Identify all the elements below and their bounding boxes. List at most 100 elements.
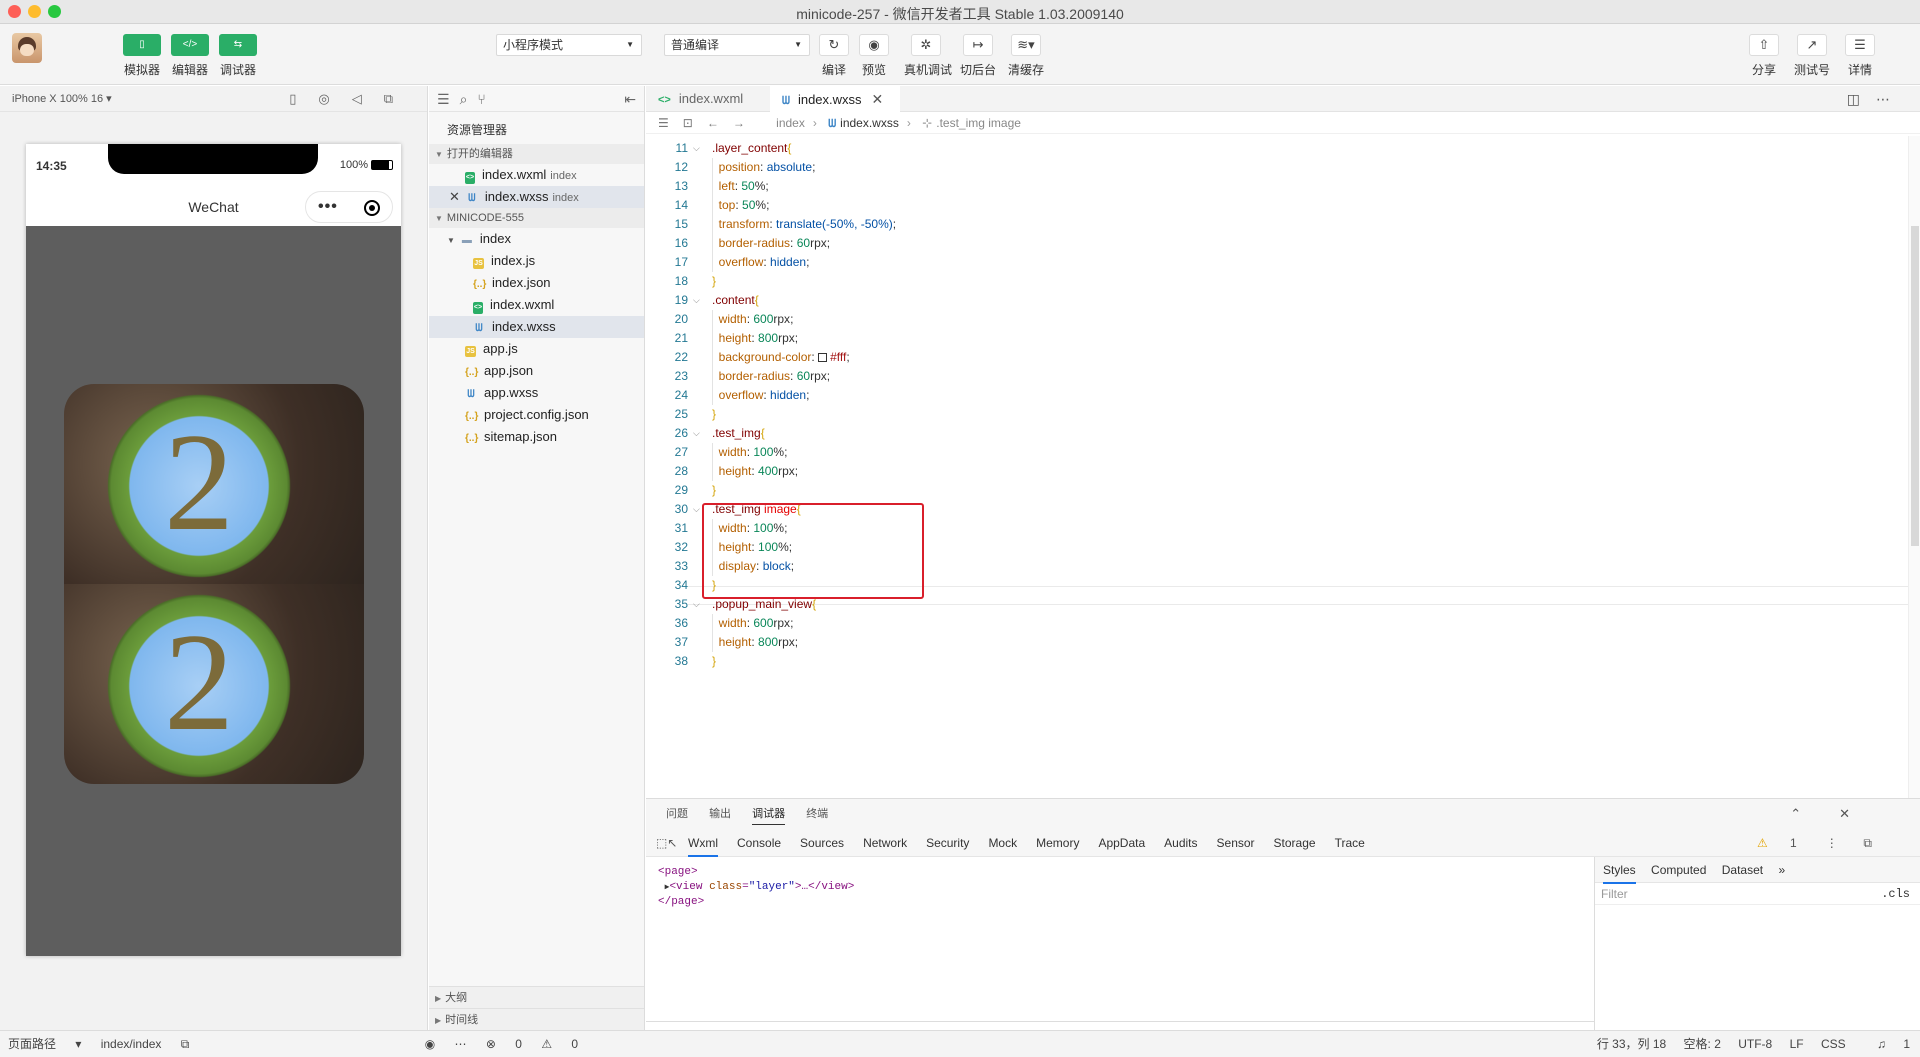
test-account-button[interactable]: ↗ 测试号	[1790, 34, 1834, 78]
indentation[interactable]: 空格: 2	[1684, 1037, 1721, 1051]
tab-index-wxml[interactable]: <> index.wxml	[646, 86, 770, 112]
capsule-menu[interactable]: •••	[305, 191, 393, 223]
devtools-tab-appdata[interactable]: AppData	[1098, 836, 1145, 850]
tab-dataset[interactable]: Dataset	[1722, 863, 1763, 877]
clear-cache-button[interactable]: ≋▾ 清缓存	[1004, 34, 1048, 78]
file-item[interactable]: {..} sitemap.json	[429, 426, 644, 448]
folder-item[interactable]: ▼ ▬ index	[429, 228, 644, 250]
close-icon[interactable]: ✕	[449, 189, 460, 204]
fold-chevron-icon[interactable]: ⌵	[693, 595, 700, 614]
phone-icon[interactable]: ▯	[289, 91, 318, 106]
avatar[interactable]	[12, 33, 42, 63]
dom-node[interactable]: ▶<view class="layer">…</view>	[658, 880, 855, 895]
dock-icon[interactable]: ⧉	[1863, 836, 1872, 850]
window-icon[interactable]: ⧉	[384, 91, 415, 106]
code-area[interactable]: 11 ⌵ .layer_content{12 position: absolute;…	[646, 136, 1908, 798]
share-button[interactable]: ⇧ 分享	[1742, 34, 1786, 78]
more-icon[interactable]: ⋯	[455, 1037, 467, 1051]
styles-filter[interactable]: Filter .cls	[1595, 883, 1920, 905]
file-item[interactable]: {..} project.config.json	[429, 404, 644, 426]
scroll-thumb[interactable]	[1911, 226, 1919, 546]
bookmark-icon[interactable]: ⊡	[683, 116, 707, 130]
tab-computed[interactable]: Computed	[1651, 863, 1706, 877]
open-editor-item[interactable]: <> index.wxml index	[429, 164, 644, 186]
collapse-sidebar-icon[interactable]: ⇤	[624, 86, 636, 112]
more-icon[interactable]: •••	[318, 192, 338, 222]
open-editor-item[interactable]: ✕ ᗯ index.wxss index	[429, 186, 644, 208]
search-icon[interactable]: ⌕	[460, 91, 478, 107]
tab-index-wxss[interactable]: ᗯ index.wxss ✕	[770, 86, 900, 113]
tab-terminal[interactable]: 终端	[806, 808, 828, 820]
devtools-tab-console[interactable]: Console	[737, 836, 781, 850]
close-panel-icon[interactable]: ✕	[1839, 806, 1870, 821]
devtools-tab-mock[interactable]: Mock	[988, 836, 1017, 850]
page-path-value[interactable]: index/index ⧉	[101, 1037, 206, 1051]
wxml-tree[interactable]: <page> ▶<view class="layer">…</view> </p…	[658, 865, 854, 910]
file-item[interactable]: ᗯ app.wxss	[429, 382, 644, 404]
compile-button[interactable]: ↻ 编译	[812, 34, 856, 78]
page-path-select[interactable]: 页面路径 ▾	[8, 1037, 81, 1051]
inspect-element-icon[interactable]: ⬚↖	[656, 829, 677, 857]
file-item[interactable]: {..} index.json	[429, 272, 644, 294]
open-editors-section[interactable]: ▼ 打开的编辑器	[429, 144, 644, 164]
forward-icon[interactable]: →	[733, 116, 759, 130]
project-section[interactable]: ▼ MINICODE-555	[429, 208, 644, 228]
dom-node[interactable]: <page>	[658, 865, 854, 880]
fold-chevron-icon[interactable]: ⌵	[693, 139, 700, 158]
device-select[interactable]: iPhone X 100% 16 ▾	[12, 93, 112, 105]
devtools-tab-sensor[interactable]: Sensor	[1217, 836, 1255, 850]
line-ending[interactable]: LF	[1790, 1037, 1804, 1051]
devtools-tab-memory[interactable]: Memory	[1036, 836, 1079, 850]
file-item[interactable]: ᗯ index.wxss	[429, 316, 644, 338]
encoding[interactable]: UTF-8	[1738, 1037, 1772, 1051]
chevron-up-icon[interactable]: ⌃	[1790, 806, 1821, 821]
breadcrumb-item[interactable]: index.wxss	[840, 116, 899, 130]
real-device-debug-button[interactable]: ✲ 真机调试	[904, 34, 952, 78]
file-item[interactable]: JS index.js	[429, 250, 644, 272]
back-icon[interactable]: ←	[707, 116, 733, 130]
debugger-toggle[interactable]: ⇆ 调试器	[216, 34, 260, 78]
record-icon[interactable]: ◎	[318, 91, 351, 106]
warning-count[interactable]: 1	[1790, 836, 1797, 850]
timeline-section[interactable]: ▶ 时间线	[429, 1008, 644, 1030]
compile-mode-select[interactable]: 普通编译 ▼	[664, 34, 810, 56]
dom-node[interactable]: </page>	[658, 895, 854, 910]
breadcrumb-item[interactable]: .test_img image	[936, 116, 1021, 130]
devtools-tab-trace[interactable]: Trace	[1335, 836, 1365, 850]
mode-select[interactable]: 小程序模式 ▼	[496, 34, 642, 56]
editor-scrollbar[interactable]	[1908, 136, 1920, 798]
more-icon[interactable]: ⋯	[1876, 91, 1906, 107]
details-button[interactable]: ☰ 详情	[1838, 34, 1882, 78]
close-target-icon[interactable]	[364, 200, 380, 216]
list-icon[interactable]: ☰	[437, 91, 460, 107]
kebab-icon[interactable]: ⋮	[1826, 836, 1838, 850]
devtools-tab-storage[interactable]: Storage	[1274, 836, 1316, 850]
filter-input[interactable]: Filter	[1601, 887, 1628, 901]
file-item[interactable]: <> index.wxml	[429, 294, 644, 316]
outline-section[interactable]: ▶ 大纲	[429, 986, 644, 1008]
devtools-tab-security[interactable]: Security	[926, 836, 969, 850]
horizontal-scrollbar[interactable]	[646, 1021, 1594, 1022]
language-mode[interactable]: CSS	[1821, 1037, 1846, 1051]
devtools-tab-sources[interactable]: Sources	[800, 836, 844, 850]
cls-toggle[interactable]: .cls	[1881, 883, 1910, 905]
branch-icon[interactable]: ⑂	[477, 91, 495, 107]
copy-icon[interactable]: ⧉	[181, 1037, 190, 1051]
tab-debugger[interactable]: 调试器	[752, 808, 786, 825]
simulator-toggle[interactable]: ▯ 模拟器	[120, 34, 164, 78]
eye-icon[interactable]: ◉	[425, 1037, 435, 1051]
preview-button[interactable]: ◉ 预览	[852, 34, 896, 78]
problems-summary[interactable]: ⊗ 0 ⚠ 0	[486, 1037, 594, 1051]
background-button[interactable]: ↦ 切后台	[956, 34, 1000, 78]
cursor-position[interactable]: 行 33，列 18	[1597, 1037, 1666, 1051]
tab-output[interactable]: 输出	[709, 808, 731, 820]
file-item[interactable]: JS app.js	[429, 338, 644, 360]
notifications[interactable]: ♫ 1	[1863, 1037, 1910, 1051]
close-tab-icon[interactable]: ✕	[872, 91, 884, 107]
breadcrumb-item[interactable]: index	[776, 116, 805, 130]
split-editor-icon[interactable]: ◫	[1847, 91, 1876, 107]
fold-chevron-icon[interactable]: ⌵	[693, 291, 700, 310]
devtools-tab-audits[interactable]: Audits	[1164, 836, 1197, 850]
volume-icon[interactable]: ◁	[352, 91, 384, 106]
list-icon[interactable]: ☰	[658, 116, 683, 130]
